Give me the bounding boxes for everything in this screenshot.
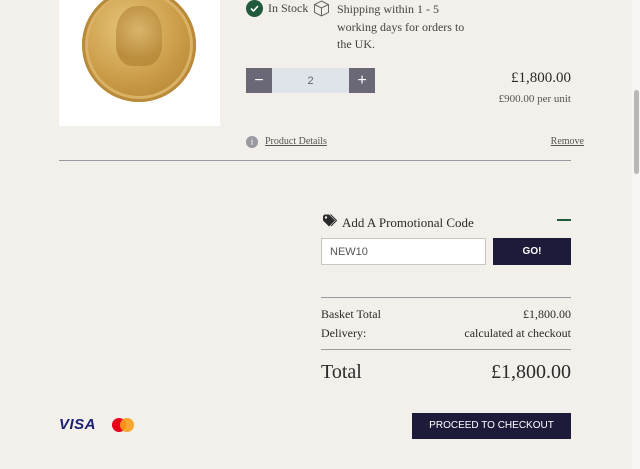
basket-total-label: Basket Total	[321, 307, 381, 321]
scrollbar[interactable]	[632, 0, 640, 469]
coin-image	[82, 0, 196, 102]
scrollbar-thumb[interactable]	[634, 90, 639, 174]
divider	[59, 160, 571, 161]
mastercard-icon	[112, 418, 134, 432]
quantity-stepper: − +	[246, 68, 375, 93]
product-details-link[interactable]: Product Details	[265, 136, 327, 147]
shipping-info: Shipping within 1 - 5 working days for o…	[337, 2, 465, 51]
unit-price: £900.00 per unit	[498, 93, 571, 105]
stock-status: In Stock	[268, 1, 309, 15]
quantity-decrease-button[interactable]: −	[246, 68, 272, 93]
delivery-value: calculated at checkout	[464, 326, 571, 340]
delivery-label: Delivery:	[321, 326, 367, 340]
line-price: £1,800.00	[511, 70, 571, 86]
quantity-increase-button[interactable]: +	[349, 68, 375, 93]
divider	[321, 297, 571, 298]
tag-icon	[322, 214, 338, 232]
divider	[321, 349, 571, 350]
total-value: £1,800.00	[491, 361, 571, 383]
check-circle-icon	[246, 0, 263, 17]
proceed-to-checkout-button[interactable]: PROCEED TO CHECKOUT	[412, 413, 571, 439]
basket-total-value: £1,800.00	[523, 307, 571, 321]
box-icon	[313, 0, 330, 22]
apply-promo-button[interactable]: GO!	[493, 238, 571, 265]
visa-logo: VISA	[59, 416, 97, 433]
info-icon: i	[246, 136, 258, 148]
product-image[interactable]	[59, 0, 220, 126]
total-label: Total	[321, 361, 362, 383]
quantity-input[interactable]	[272, 68, 349, 93]
minus-icon[interactable]	[557, 219, 571, 221]
coin-bust	[116, 6, 162, 66]
remove-link[interactable]: Remove	[551, 136, 584, 147]
promo-code-input[interactable]	[321, 238, 486, 265]
promo-title: Add A Promotional Code	[342, 215, 474, 230]
